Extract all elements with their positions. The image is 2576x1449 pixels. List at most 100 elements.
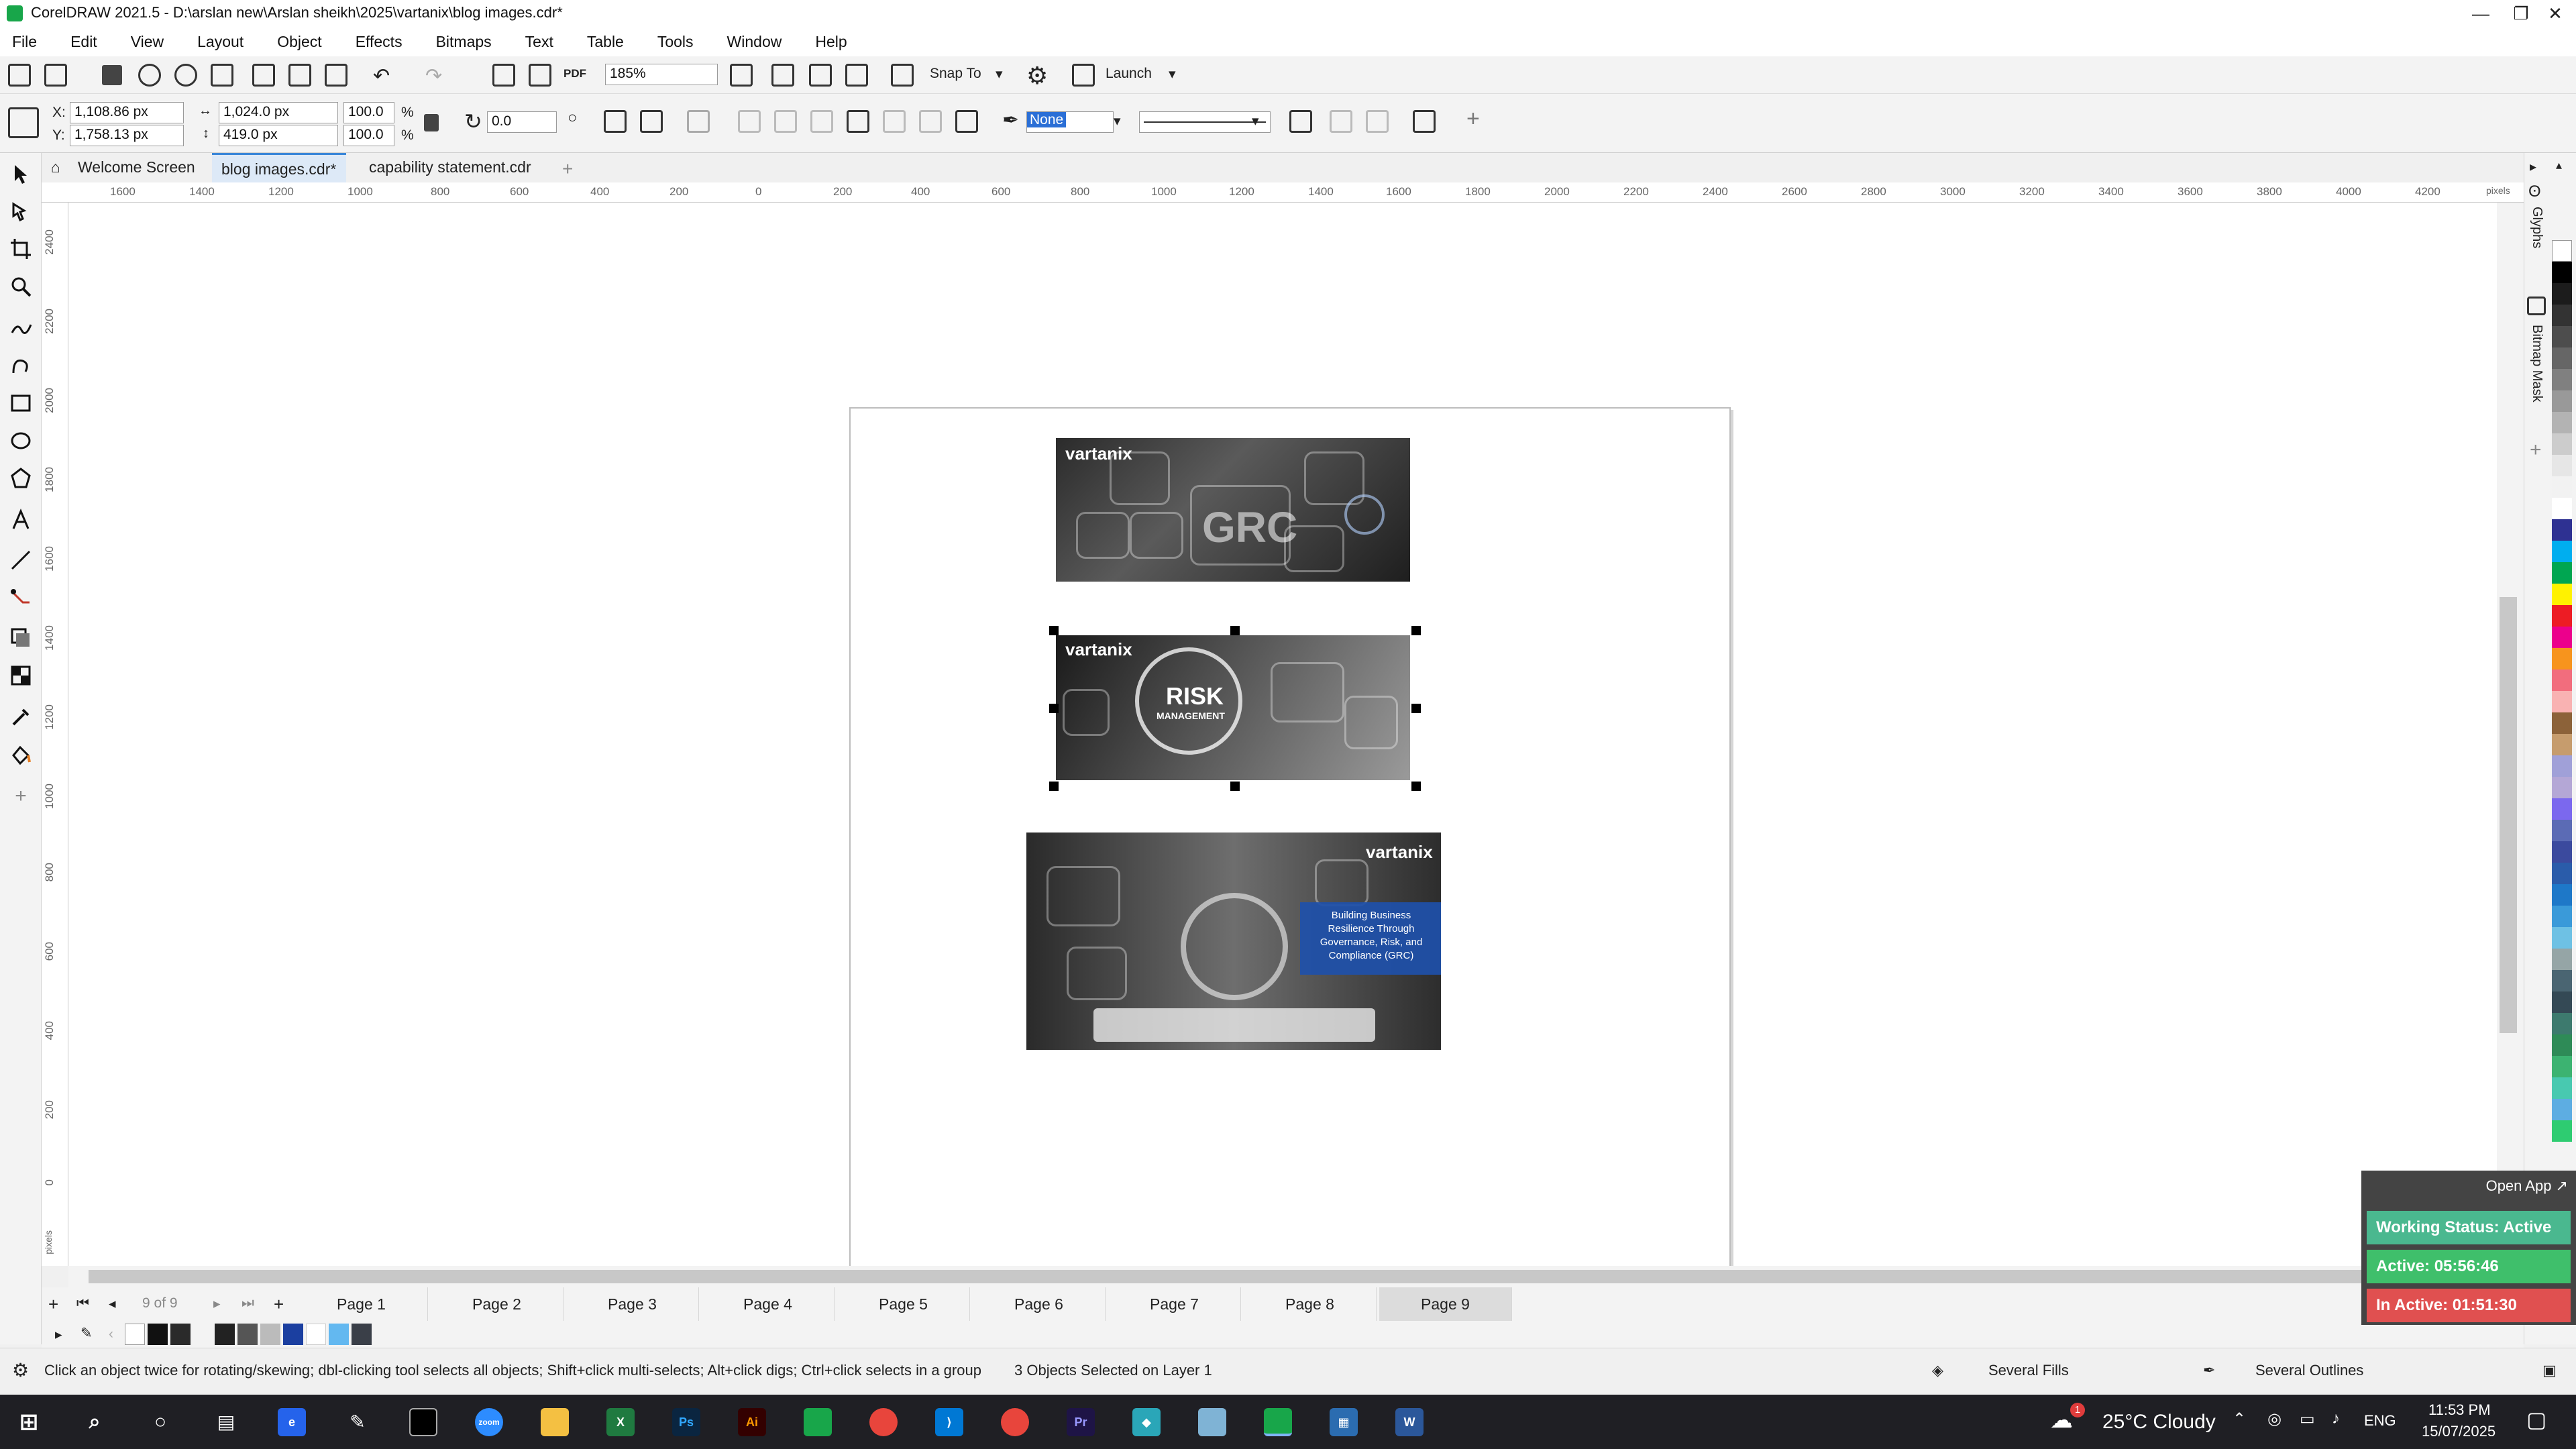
launch-dropdown[interactable]: Launch (1106, 66, 1152, 82)
selection-handle-top[interactable] (1230, 626, 1240, 635)
launch-chevron-icon[interactable]: ▾ (1169, 66, 1176, 83)
color-swatch[interactable] (2552, 605, 2572, 627)
glyphs-icon[interactable]: ʘ (2528, 182, 2541, 201)
rectangle-tool-icon[interactable] (9, 392, 32, 415)
color-proof-icon[interactable]: ▣ (2542, 1362, 2557, 1379)
volume-icon[interactable]: ♪ (2332, 1409, 2340, 1428)
docpal-swatch[interactable] (170, 1324, 191, 1345)
rotation-angle-field[interactable]: 0.0 (487, 111, 557, 133)
color-swatch[interactable] (2552, 712, 2572, 734)
illustrator-icon[interactable]: Ai (738, 1408, 766, 1436)
text-tool-icon[interactable] (9, 508, 32, 531)
object-origin-icon[interactable] (8, 107, 39, 138)
color-swatch[interactable] (2552, 927, 2572, 949)
swatch-none[interactable] (2552, 240, 2572, 262)
color-swatch[interactable] (2552, 1034, 2572, 1056)
docker-collapse-icon[interactable]: ▸ (2530, 158, 2536, 175)
tab-welcome-screen[interactable]: Welcome Screen (68, 153, 205, 182)
search-icon[interactable]: ⌕ (80, 1408, 109, 1436)
calculator-icon[interactable]: ▦ (1330, 1408, 1358, 1436)
copy-icon[interactable] (288, 64, 311, 87)
word-icon[interactable]: W (1395, 1408, 1424, 1436)
status-gear-icon[interactable]: ⚙ (12, 1359, 29, 1381)
color-swatch[interactable] (2552, 841, 2572, 863)
color-swatch[interactable] (2552, 970, 2572, 991)
docker-tab-glyphs[interactable]: Glyphs (2529, 207, 2544, 248)
coreldraw-active-icon[interactable] (1264, 1408, 1292, 1436)
color-swatch[interactable] (2552, 906, 2572, 927)
color-swatch[interactable] (2552, 305, 2572, 326)
color-swatch[interactable] (2552, 283, 2572, 305)
color-swatch[interactable] (2552, 1056, 2572, 1077)
color-swatch[interactable] (2552, 777, 2572, 798)
docker-tab-bitmap-mask[interactable]: Bitmap Mask (2529, 325, 2544, 402)
options-gear-icon[interactable]: ⚙ (1026, 62, 1048, 90)
simplify-icon[interactable] (847, 110, 869, 133)
menu-file[interactable]: File (12, 33, 37, 51)
menu-effects[interactable]: Effects (356, 33, 402, 51)
back-minus-front-icon[interactable] (919, 110, 942, 133)
outline-width-field[interactable]: None (1026, 111, 1114, 133)
vertical-scroll-thumb[interactable] (2500, 597, 2517, 1033)
color-swatch[interactable] (2552, 820, 2572, 841)
close-button[interactable]: ✕ (2534, 0, 2576, 27)
height-field[interactable]: 419.0 px (219, 125, 338, 146)
selection-handle-bottom[interactable] (1230, 782, 1240, 791)
open-icon[interactable] (44, 64, 67, 87)
selection-handle-left[interactable] (1049, 704, 1059, 713)
edge-browser-icon[interactable]: e (278, 1408, 306, 1436)
chrome-icon[interactable] (869, 1408, 898, 1436)
menu-object[interactable]: Object (277, 33, 321, 51)
color-swatch[interactable] (2552, 412, 2572, 433)
outline-pen-icon[interactable]: ✒ (1002, 109, 1019, 132)
weather-text[interactable]: 25°C Cloudy (2102, 1411, 2216, 1434)
color-swatch[interactable] (2552, 798, 2572, 820)
open-app-link[interactable]: Open App ↗ (2486, 1177, 2568, 1195)
freehand-tool-icon[interactable] (9, 317, 32, 339)
terminal-icon[interactable] (409, 1408, 437, 1436)
page-tab-3[interactable]: Page 3 (566, 1287, 699, 1321)
pen-app-icon[interactable]: ✎ (343, 1408, 372, 1436)
lock-ratio-icon[interactable] (424, 114, 439, 131)
new-tab-icon[interactable]: + (553, 153, 582, 182)
undo-icon[interactable]: ↶ (373, 64, 390, 88)
line-style-chevron-icon[interactable]: ▾ (1252, 113, 1259, 129)
shape-tool-icon[interactable] (9, 200, 32, 223)
photoshop-icon[interactable]: Ps (672, 1408, 700, 1436)
weld-icon[interactable] (738, 110, 761, 133)
color-swatch[interactable] (2552, 627, 2572, 648)
color-swatch[interactable] (2552, 863, 2572, 884)
selection-handle-top-left[interactable] (1049, 626, 1059, 635)
docpal-expand-icon[interactable]: ▸ (55, 1326, 62, 1343)
last-page-icon[interactable]: ⏭ (241, 1295, 254, 1311)
selection-handle-bottom-right[interactable] (1411, 782, 1421, 791)
add-tool-icon[interactable]: + (9, 785, 32, 808)
scale-y-field[interactable]: 100.0 (343, 125, 394, 146)
docpal-scroll-left-icon[interactable]: ‹ (109, 1326, 113, 1342)
zoom-tool-icon[interactable] (9, 275, 32, 298)
clock-time[interactable]: 11:53 PM (2428, 1401, 2491, 1419)
align-distribute-icon[interactable] (1413, 110, 1436, 133)
color-swatch[interactable] (2552, 584, 2572, 605)
page-tab-4[interactable]: Page 4 (702, 1287, 835, 1321)
color-swatch[interactable] (2552, 1013, 2572, 1034)
page-tab-8[interactable]: Page 8 (1244, 1287, 1377, 1321)
docpal-swatch[interactable] (237, 1324, 258, 1345)
artistic-media-tool-icon[interactable] (9, 354, 32, 377)
wrap-text-icon[interactable] (1289, 110, 1312, 133)
windows-start-icon[interactable]: ⊞ (15, 1408, 43, 1436)
horizontal-scroll-thumb[interactable] (89, 1270, 2490, 1283)
outline-width-chevron-icon[interactable]: ▾ (1114, 113, 1121, 129)
group-icon[interactable] (687, 110, 710, 133)
tray-chevron-icon[interactable]: ⌃ (2233, 1409, 2246, 1429)
create-boundary-icon[interactable] (955, 110, 978, 133)
color-swatch[interactable] (2552, 884, 2572, 906)
drawing-canvas[interactable]: vartanix GRC vartanix RISK MANAGEMENT va… (68, 203, 2497, 1314)
menu-view[interactable]: View (131, 33, 164, 51)
color-swatch[interactable] (2552, 648, 2572, 669)
docpal-eyedropper-icon[interactable]: ✎ (80, 1325, 93, 1342)
selection-handle-bottom-left[interactable] (1049, 782, 1059, 791)
tray-app-icon[interactable]: ◎ (2267, 1409, 2282, 1429)
new-document-icon[interactable] (8, 64, 31, 87)
docpal-swatch-none[interactable] (125, 1324, 145, 1345)
